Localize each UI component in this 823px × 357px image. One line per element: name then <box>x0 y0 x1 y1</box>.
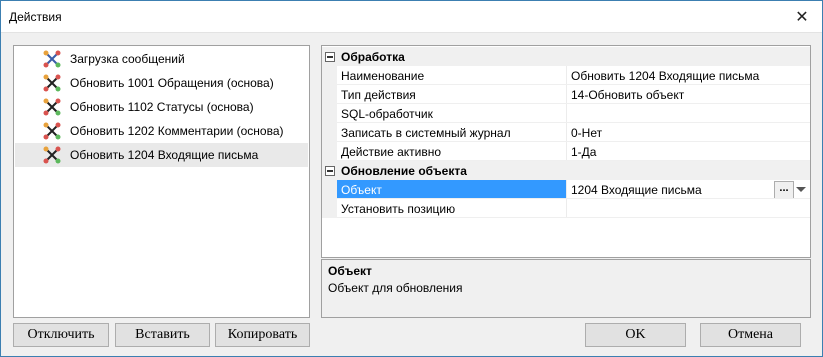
window-title: Действия <box>9 10 62 24</box>
description-panel: Объект Объект для обновления <box>321 259 811 318</box>
scissors-diagram-icon <box>43 122 61 140</box>
cancel-button[interactable]: Отмена <box>700 323 801 347</box>
scissors-diagram-icon <box>43 74 61 92</box>
paste-button[interactable]: Вставить <box>115 323 210 347</box>
collapse-icon[interactable] <box>325 166 335 176</box>
property-row[interactable]: Действие активно 1-Да <box>322 142 810 161</box>
category-label: Обновление объекта <box>341 164 467 178</box>
tree-item-label: Обновить 1102 Статусы (основа) <box>70 100 254 114</box>
property-value[interactable]: 1204 Входящие письма <box>571 183 702 197</box>
category-label: Обработка <box>341 50 405 64</box>
tree-item[interactable]: Обновить 1202 Комментарии (основа) <box>15 119 308 143</box>
property-row[interactable]: Наименование Обновить 1204 Входящие письм… <box>322 66 810 85</box>
tree-item-label: Загрузка сообщений <box>70 52 185 66</box>
property-row[interactable]: Установить позицию <box>322 199 810 218</box>
scissors-diagram-icon <box>43 146 61 164</box>
tree-item-selected[interactable]: Обновить 1204 Входящие письма <box>15 143 308 167</box>
property-name: Объект <box>341 183 382 197</box>
property-name: Наименование <box>341 69 425 83</box>
property-grid: Обработка Наименование Обновить 1204 Вход… <box>321 45 811 258</box>
property-row[interactable]: Записать в системный журнал 0-Нет <box>322 123 810 142</box>
category-processing[interactable]: Обработка <box>322 47 810 66</box>
actions-dialog: Действия ✕ Загрузка сообщений Обновить 1… <box>0 0 823 357</box>
copy-button[interactable]: Копировать <box>215 323 310 347</box>
property-row-selected[interactable]: Объект 1204 Входящие письма ... <box>322 180 810 199</box>
description-title: Объект <box>328 264 372 278</box>
ellipsis-button[interactable]: ... <box>774 181 794 199</box>
tree-item[interactable]: Обновить 1001 Обращения (основа) <box>15 71 308 95</box>
property-value[interactable]: 0-Нет <box>571 126 602 140</box>
property-name: Тип действия <box>341 88 416 102</box>
close-icon[interactable]: ✕ <box>782 1 822 32</box>
title-bar: Действия ✕ <box>1 1 822 33</box>
tree-item[interactable]: Загрузка сообщений <box>15 47 308 71</box>
property-name: Установить позицию <box>341 202 456 216</box>
actions-tree[interactable]: Загрузка сообщений Обновить 1001 Обращен… <box>13 45 310 318</box>
ok-button[interactable]: OK <box>585 323 686 347</box>
property-name: Записать в системный журнал <box>341 126 511 140</box>
tree-item-label: Обновить 1202 Комментарии (основа) <box>70 124 284 138</box>
property-row[interactable]: SQL-обработчик <box>322 104 810 123</box>
property-row[interactable]: Тип действия 14-Обновить объект <box>322 85 810 104</box>
tree-item-label: Обновить 1204 Входящие письма <box>70 148 259 162</box>
property-name: SQL-обработчик <box>341 107 433 121</box>
description-text: Объект для обновления <box>328 281 463 295</box>
category-object-update[interactable]: Обновление объекта <box>322 161 810 180</box>
scissors-diagram-icon <box>43 50 61 68</box>
disable-button[interactable]: Отключить <box>13 323 109 347</box>
property-value[interactable]: 14-Обновить объект <box>571 88 684 102</box>
scissors-diagram-icon <box>43 98 61 116</box>
collapse-icon[interactable] <box>325 52 335 62</box>
property-value[interactable]: 1-Да <box>571 145 596 159</box>
tree-item[interactable]: Обновить 1102 Статусы (основа) <box>15 95 308 119</box>
tree-item-label: Обновить 1001 Обращения (основа) <box>70 76 274 90</box>
property-name: Действие активно <box>341 145 442 159</box>
property-value[interactable]: Обновить 1204 Входящие письма <box>571 69 759 83</box>
dropdown-arrow-icon[interactable] <box>796 187 806 192</box>
